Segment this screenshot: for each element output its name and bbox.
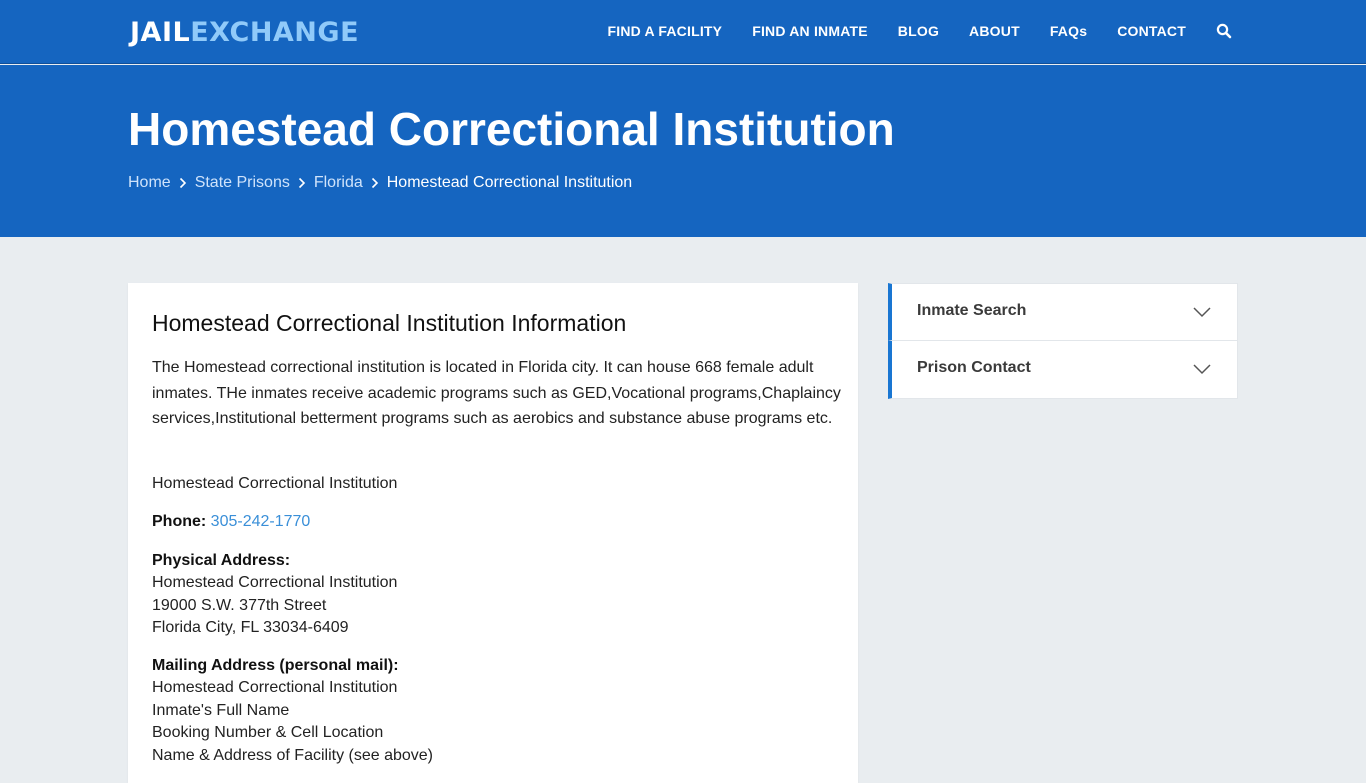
physical-address-label: Physical Address: bbox=[152, 552, 291, 569]
chevron-right-icon bbox=[171, 174, 195, 192]
address-line: Homestead Correctional Institution bbox=[152, 679, 398, 697]
facility-name: Homestead Correctional Institution bbox=[152, 475, 398, 492]
accordion-prison-contact[interactable]: Prison Contact bbox=[888, 341, 1238, 399]
search-icon[interactable] bbox=[1216, 23, 1232, 39]
nav-contact[interactable]: CONTACT bbox=[1117, 23, 1186, 39]
nav-about[interactable]: ABOUT bbox=[969, 23, 1020, 39]
site-logo[interactable]: JAILEXCHANGE bbox=[130, 16, 359, 50]
nav-blog[interactable]: BLOG bbox=[898, 23, 939, 39]
nav-faqs[interactable]: FAQs bbox=[1050, 23, 1087, 39]
breadcrumb-state-prisons[interactable]: State Prisons bbox=[195, 174, 290, 192]
facility-info-card: Homestead Correctional Institution Infor… bbox=[128, 283, 858, 783]
phone-link[interactable]: 305-242-1770 bbox=[211, 513, 311, 530]
chevron-down-icon bbox=[1193, 307, 1211, 318]
top-navbar: JAILEXCHANGE FIND A FACILITY FIND AN INM… bbox=[0, 0, 1366, 64]
phone-row: Phone: 305-242-1770 bbox=[152, 511, 310, 533]
breadcrumb-florida[interactable]: Florida bbox=[314, 174, 363, 192]
address-line: Homestead Correctional Institution bbox=[152, 574, 398, 592]
mailing-address-label: Mailing Address (personal mail): bbox=[152, 657, 399, 674]
logo-text-jail: JAIL bbox=[130, 17, 191, 48]
page-title: Homestead Correctional Institution bbox=[128, 103, 895, 155]
address-line: Name & Address of Facility (see above) bbox=[152, 746, 434, 764]
accordion-label: Inmate Search bbox=[917, 302, 1027, 319]
breadcrumb-home[interactable]: Home bbox=[128, 174, 171, 192]
chevron-right-icon bbox=[363, 174, 387, 192]
address-line: Booking Number & Cell Location bbox=[152, 724, 384, 742]
accordion-inmate-search[interactable]: Inmate Search bbox=[888, 283, 1238, 341]
facility-description: The Homestead correctional institution i… bbox=[152, 359, 841, 428]
phone-label: Phone: bbox=[152, 513, 207, 530]
physical-address: Physical Address: Homestead Correctional… bbox=[152, 550, 397, 640]
chevron-right-icon bbox=[290, 174, 314, 192]
breadcrumb: Home State Prisons Florida Homestead Cor… bbox=[128, 174, 632, 192]
breadcrumb-current: Homestead Correctional Institution bbox=[386, 174, 633, 191]
logo-text-exchange: EXCHANGE bbox=[190, 17, 360, 48]
address-line: 19000 S.W. 377th Street bbox=[152, 596, 327, 614]
page-hero: Homestead Correctional Institution Home … bbox=[0, 65, 1366, 237]
address-line: Florida City, FL 33034-6409 bbox=[152, 619, 349, 637]
info-heading: Homestead Correctional Institution Infor… bbox=[152, 310, 627, 336]
nav-find-facility[interactable]: FIND A FACILITY bbox=[607, 23, 722, 39]
mailing-address: Mailing Address (personal mail): Homeste… bbox=[152, 655, 433, 767]
main-nav: FIND A FACILITY FIND AN INMATE BLOG ABOU… bbox=[607, 20, 1232, 42]
address-line: Inmate's Full Name bbox=[152, 701, 290, 719]
nav-find-inmate[interactable]: FIND AN INMATE bbox=[752, 23, 868, 39]
accordion-label: Prison Contact bbox=[917, 359, 1031, 376]
sidebar: Inmate Search Prison Contact bbox=[888, 283, 1238, 399]
chevron-down-icon bbox=[1193, 364, 1211, 375]
